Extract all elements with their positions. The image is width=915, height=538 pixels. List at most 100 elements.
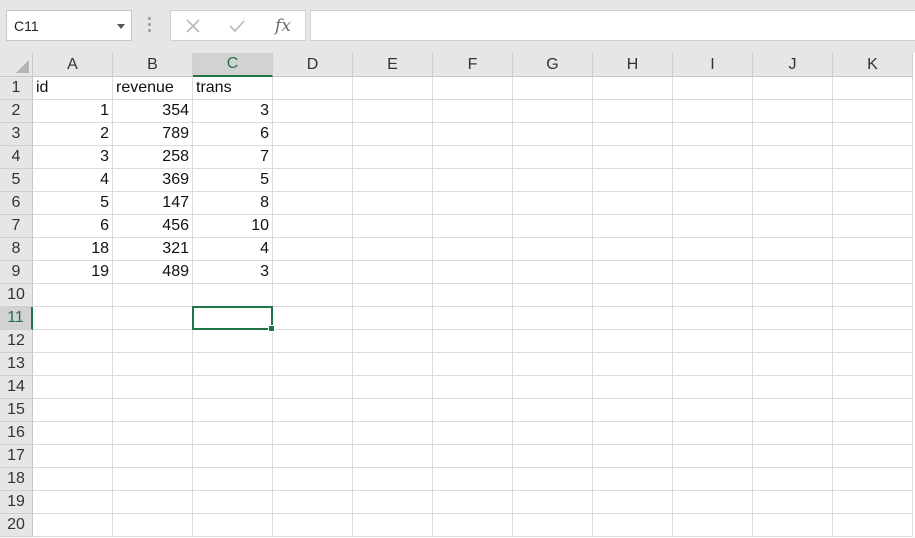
cell-j3[interactable] [753,123,833,146]
row-header-2[interactable]: 2 [0,100,33,123]
cell-k7[interactable] [833,215,913,238]
cell-e1[interactable] [353,77,433,100]
cell-c4[interactable]: 7 [193,146,273,169]
cell-e14[interactable] [353,376,433,399]
cell-b19[interactable] [113,491,193,514]
cell-f16[interactable] [433,422,513,445]
cell-g9[interactable] [513,261,593,284]
cell-h9[interactable] [593,261,673,284]
cell-k10[interactable] [833,284,913,307]
cell-i9[interactable] [673,261,753,284]
cell-b14[interactable] [113,376,193,399]
row-header-13[interactable]: 13 [0,353,33,376]
cell-i4[interactable] [673,146,753,169]
cell-i8[interactable] [673,238,753,261]
cell-d8[interactable] [273,238,353,261]
cell-f18[interactable] [433,468,513,491]
cell-d20[interactable] [273,514,353,537]
cell-e18[interactable] [353,468,433,491]
column-header-a[interactable]: A [33,53,113,77]
cell-f14[interactable] [433,376,513,399]
cell-f19[interactable] [433,491,513,514]
cell-k13[interactable] [833,353,913,376]
cell-d1[interactable] [273,77,353,100]
cell-d15[interactable] [273,399,353,422]
check-icon[interactable] [217,11,257,40]
cell-b5[interactable]: 369 [113,169,193,192]
cell-j2[interactable] [753,100,833,123]
cell-b18[interactable] [113,468,193,491]
cell-f17[interactable] [433,445,513,468]
cell-k16[interactable] [833,422,913,445]
cell-a13[interactable] [33,353,113,376]
row-header-15[interactable]: 15 [0,399,33,422]
row-header-14[interactable]: 14 [0,376,33,399]
cell-g7[interactable] [513,215,593,238]
cell-i17[interactable] [673,445,753,468]
column-header-d[interactable]: D [273,53,353,77]
row-header-19[interactable]: 19 [0,491,33,514]
cell-f7[interactable] [433,215,513,238]
cell-b12[interactable] [113,330,193,353]
cell-i16[interactable] [673,422,753,445]
cell-e10[interactable] [353,284,433,307]
select-all-button[interactable] [0,53,33,77]
cell-g5[interactable] [513,169,593,192]
cell-f4[interactable] [433,146,513,169]
cell-c5[interactable]: 5 [193,169,273,192]
cell-d6[interactable] [273,192,353,215]
cell-b3[interactable]: 789 [113,123,193,146]
row-header-4[interactable]: 4 [0,146,33,169]
cell-e16[interactable] [353,422,433,445]
cell-b17[interactable] [113,445,193,468]
cell-h17[interactable] [593,445,673,468]
cell-b13[interactable] [113,353,193,376]
cell-k9[interactable] [833,261,913,284]
cell-d4[interactable] [273,146,353,169]
cell-d7[interactable] [273,215,353,238]
cell-f6[interactable] [433,192,513,215]
cell-b7[interactable]: 456 [113,215,193,238]
cell-c13[interactable] [193,353,273,376]
cell-c12[interactable] [193,330,273,353]
cell-k4[interactable] [833,146,913,169]
cell-g6[interactable] [513,192,593,215]
cell-b15[interactable] [113,399,193,422]
cell-b8[interactable]: 321 [113,238,193,261]
cell-f1[interactable] [433,77,513,100]
cell-e19[interactable] [353,491,433,514]
cell-j18[interactable] [753,468,833,491]
cell-e20[interactable] [353,514,433,537]
cell-k20[interactable] [833,514,913,537]
cell-k19[interactable] [833,491,913,514]
cell-d2[interactable] [273,100,353,123]
cell-a3[interactable]: 2 [33,123,113,146]
cell-a5[interactable]: 4 [33,169,113,192]
cell-e12[interactable] [353,330,433,353]
row-header-1[interactable]: 1 [0,77,33,100]
cell-c10[interactable] [193,284,273,307]
cell-a6[interactable]: 5 [33,192,113,215]
cell-j6[interactable] [753,192,833,215]
cell-a2[interactable]: 1 [33,100,113,123]
cell-i12[interactable] [673,330,753,353]
cell-j7[interactable] [753,215,833,238]
cell-g15[interactable] [513,399,593,422]
cell-k8[interactable] [833,238,913,261]
column-header-j[interactable]: J [753,53,833,77]
cell-b4[interactable]: 258 [113,146,193,169]
cell-k15[interactable] [833,399,913,422]
cell-f9[interactable] [433,261,513,284]
cell-a20[interactable] [33,514,113,537]
cell-h8[interactable] [593,238,673,261]
cell-c14[interactable] [193,376,273,399]
cell-j14[interactable] [753,376,833,399]
cell-k12[interactable] [833,330,913,353]
cell-c2[interactable]: 3 [193,100,273,123]
column-header-e[interactable]: E [353,53,433,77]
cell-h3[interactable] [593,123,673,146]
cell-c1[interactable]: trans [193,77,273,100]
cell-e13[interactable] [353,353,433,376]
cell-j15[interactable] [753,399,833,422]
cell-f3[interactable] [433,123,513,146]
